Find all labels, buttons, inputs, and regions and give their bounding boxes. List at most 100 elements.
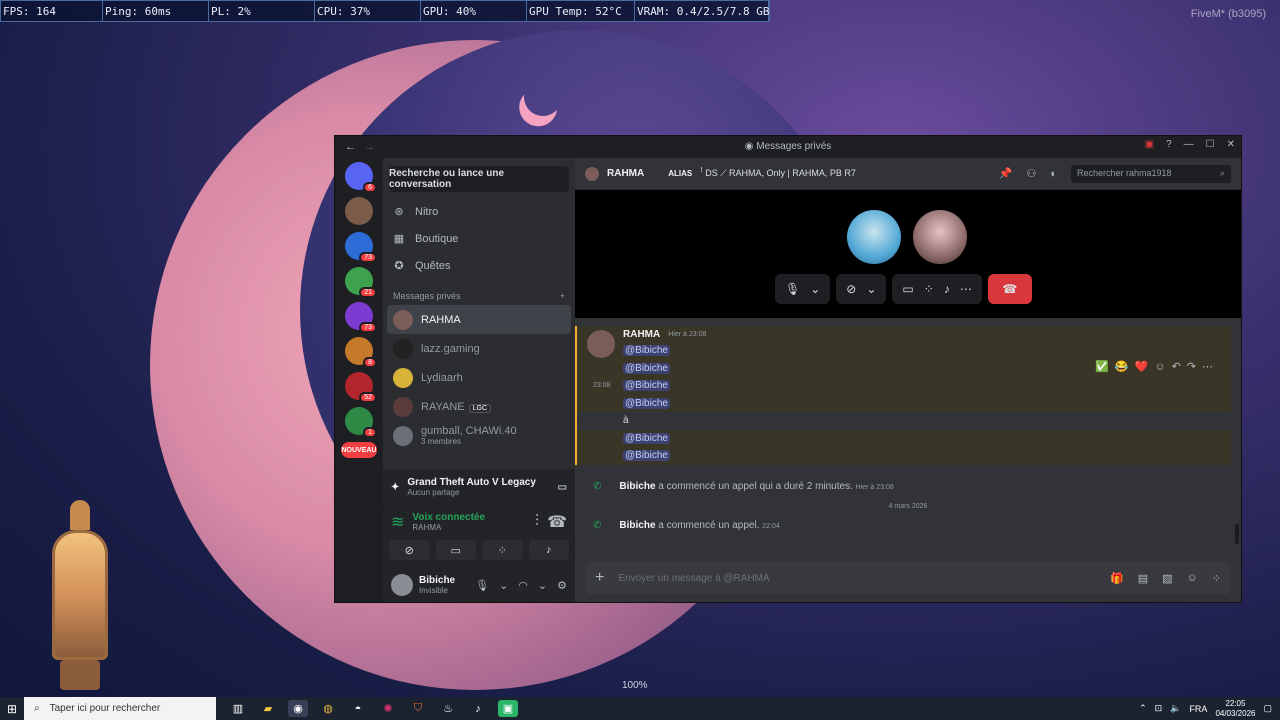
chrome-icon[interactable]: ◍: [318, 700, 338, 717]
reaction-check[interactable]: ✅: [1095, 360, 1109, 373]
server-icon[interactable]: 52: [345, 372, 377, 403]
mention[interactable]: @Bibiche: [623, 397, 670, 409]
task-view-icon[interactable]: ▥: [228, 700, 248, 717]
system-tray: ⌃ ⊡ 🔈 FRA 22:05 04/03/2026 ▢: [1139, 699, 1280, 719]
server-icon[interactable]: 21: [345, 267, 377, 298]
find-conversation-button[interactable]: Recherche ou lance une conversation: [389, 166, 569, 192]
steam-icon[interactable]: ♨: [438, 700, 458, 717]
avatar[interactable]: [391, 574, 413, 596]
participant-avatar[interactable]: [847, 210, 901, 264]
add-reaction-icon[interactable]: ☺: [1154, 361, 1165, 373]
dm-item[interactable]: lazz.gaming: [387, 334, 571, 363]
soundboard-icon[interactable]: ♪: [944, 282, 950, 296]
headphones-icon[interactable]: ◠: [518, 579, 528, 592]
mention[interactable]: @Bibiche: [623, 362, 670, 374]
add-friends-icon[interactable]: ⚇: [1026, 167, 1036, 180]
reply-icon[interactable]: ↶: [1172, 360, 1181, 373]
more-icon[interactable]: ⋯: [1202, 360, 1213, 373]
gif-icon[interactable]: ▤: [1138, 572, 1148, 585]
app-icon[interactable]: ✺: [378, 700, 398, 717]
soundboard-button[interactable]: ♪: [528, 540, 569, 560]
chevron-up-icon[interactable]: ⌃: [1139, 703, 1147, 714]
activities-button[interactable]: ⁘: [482, 540, 523, 560]
sticker-icon[interactable]: ▧: [1162, 572, 1172, 585]
app-icon[interactable]: ◓: [348, 700, 368, 717]
chevron-down-icon: ⌄: [866, 282, 877, 296]
stream-icon[interactable]: ▭: [558, 482, 567, 493]
reaction-heart[interactable]: ❤️: [1135, 360, 1149, 373]
server-icon[interactable]: 6: [345, 162, 377, 193]
mic-toggle-button[interactable]: 🎙 ⌄: [775, 274, 831, 304]
emoji-icon[interactable]: ☺: [1187, 572, 1198, 585]
activities-icon[interactable]: ⁘: [924, 282, 934, 296]
screenshare-button[interactable]: ▭: [435, 540, 476, 560]
voice-connected-label[interactable]: Voix connectée: [412, 512, 485, 523]
system-user[interactable]: Bibiche: [619, 520, 655, 531]
file-explorer-icon[interactable]: ▰: [258, 700, 278, 717]
forward-icon[interactable]: ↷: [1187, 360, 1196, 373]
profile-icon[interactable]: ◐: [1050, 168, 1057, 180]
dm-item[interactable]: gumball, CHAWi.40 3 membres: [387, 421, 571, 450]
new-badge[interactable]: NOUVEAU: [341, 442, 377, 458]
server-icon[interactable]: 73: [345, 302, 377, 333]
disconnect-icon[interactable]: ☎: [547, 512, 567, 532]
close-icon[interactable]: ✕: [1227, 139, 1235, 150]
header-username[interactable]: RAHMA: [607, 168, 644, 179]
server-icon[interactable]: [345, 197, 373, 225]
dm-item[interactable]: RAYANE LGC: [387, 392, 571, 421]
camera-off-button[interactable]: ⊘: [389, 540, 430, 560]
call-view: 🎙 ⌄ ⊘ ⌄ ▭ ⁘ ♪ ⋯ ☎: [575, 190, 1241, 318]
brave-icon[interactable]: ⛉: [408, 700, 428, 717]
mention[interactable]: @Bibiche: [623, 450, 670, 462]
chevron-down-icon[interactable]: ⌄: [499, 579, 508, 592]
camera-toggle-button[interactable]: ⊘ ⌄: [836, 274, 887, 304]
reaction-laugh[interactable]: 😂: [1115, 360, 1129, 373]
search-input[interactable]: Rechercher rahma1918 ⌕: [1071, 164, 1231, 183]
screenshare-icon[interactable]: ▭: [902, 282, 913, 296]
more-icon[interactable]: ⋯: [960, 282, 972, 296]
gear-icon[interactable]: ⚙: [557, 579, 567, 592]
tiktok-icon[interactable]: ♪: [468, 700, 488, 717]
message-author[interactable]: RAHMA: [623, 329, 660, 340]
message-time: Hier à 23:08: [668, 330, 707, 338]
system-user[interactable]: Bibiche: [619, 481, 655, 492]
noise-suppression-icon[interactable]: ⫶: [535, 513, 539, 531]
gift-icon[interactable]: 🎁: [1110, 572, 1124, 585]
network-icon[interactable]: ⊡: [1155, 703, 1163, 714]
notifications-icon[interactable]: ▢: [1263, 703, 1272, 714]
dm-item[interactable]: RAHMA: [387, 305, 571, 334]
attach-plus-icon[interactable]: +: [595, 569, 604, 587]
chevron-down-icon[interactable]: ⌄: [538, 579, 547, 592]
create-dm-plus-icon[interactable]: +: [560, 291, 565, 301]
hang-up-button[interactable]: ☎: [987, 274, 1032, 304]
mention[interactable]: @Bibiche: [623, 380, 670, 392]
nav-nitro[interactable]: ⊛ Nitro: [383, 198, 575, 225]
discord-taskbar-icon[interactable]: ◉: [288, 700, 308, 717]
nav-quests[interactable]: ✪ Quêtes: [383, 252, 575, 279]
help-icon[interactable]: ?: [1166, 139, 1172, 150]
message-composer[interactable]: + Envoyer un message à @RAHMA 🎁 ▤ ▧ ☺ ⁘: [585, 562, 1231, 594]
scrollbar[interactable]: [1235, 524, 1239, 544]
dm-item[interactable]: Lydiaarh: [387, 363, 571, 392]
volume-icon[interactable]: 🔈: [1170, 703, 1181, 714]
server-icon[interactable]: 1: [345, 407, 377, 438]
apps-icon[interactable]: ⁘: [1212, 572, 1221, 585]
mention[interactable]: @Bibiche: [623, 345, 670, 357]
nav-shop[interactable]: ▦ Boutique: [383, 225, 575, 252]
taskbar-search[interactable]: ⌕ Taper ici pour rechercher: [24, 697, 216, 720]
pin-icon[interactable]: 📌: [999, 167, 1013, 180]
lang-label[interactable]: FRA: [1189, 704, 1207, 714]
inbox-icon[interactable]: ▣: [1145, 139, 1154, 150]
windows-start-icon[interactable]: ⊞: [0, 702, 24, 716]
server-icon[interactable]: 73: [345, 232, 377, 263]
app-icon[interactable]: ▣: [498, 700, 518, 717]
clock[interactable]: 22:05 04/03/2026: [1215, 699, 1255, 719]
mic-icon[interactable]: 🎙: [475, 579, 489, 592]
participant-avatar[interactable]: [913, 210, 967, 264]
minimize-icon[interactable]: —: [1184, 139, 1194, 150]
maximize-icon[interactable]: ☐: [1206, 139, 1215, 150]
mention[interactable]: @Bibiche: [623, 432, 670, 444]
server-icon[interactable]: 8: [345, 337, 377, 368]
alias-value: ꜝ DS ⟋ RAHMA, Only | RAHMA, PB R7: [700, 168, 856, 178]
dm-name: RAYANE: [421, 400, 465, 413]
